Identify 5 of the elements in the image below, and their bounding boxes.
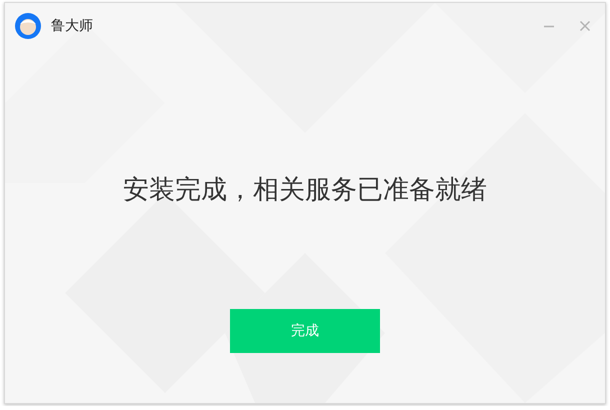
window-title: 鲁大师 [51,17,93,35]
close-icon[interactable] [579,20,591,32]
logo-icon [15,13,41,39]
finish-button[interactable]: 完成 [230,309,380,353]
status-message: 安装完成，相关服务已准备就绪 [123,174,487,206]
